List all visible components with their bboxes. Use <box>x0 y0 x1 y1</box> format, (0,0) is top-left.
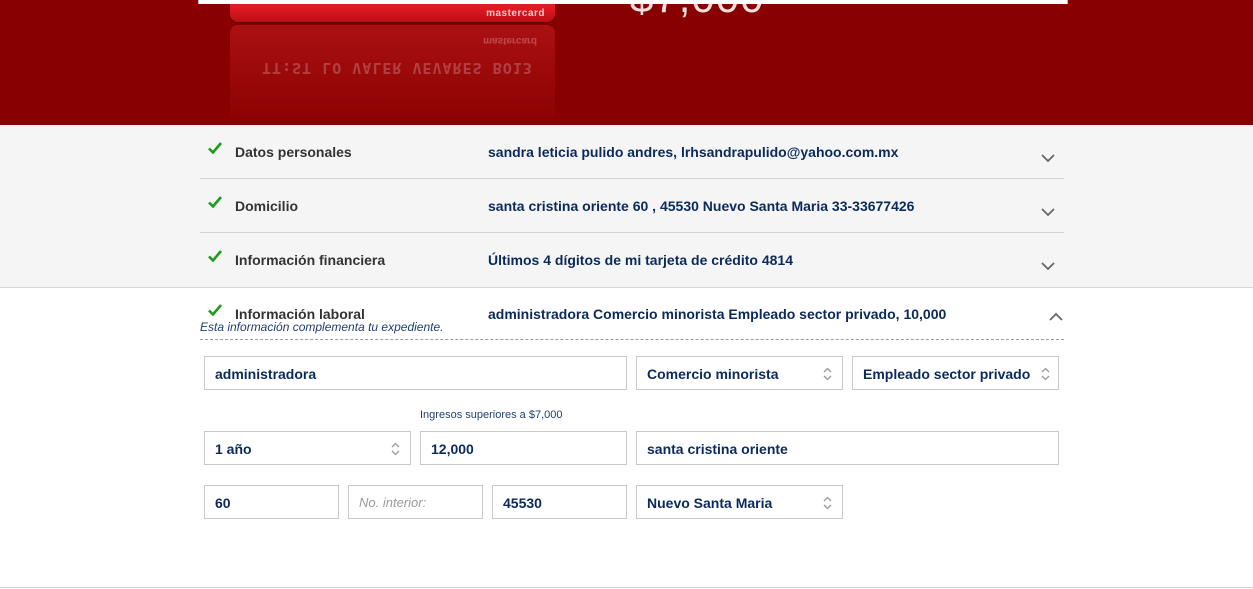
no-interior-field[interactable] <box>348 485 483 519</box>
section-divider <box>200 339 1064 340</box>
numero-field[interactable]: 60 <box>204 485 339 519</box>
cp-value: 45530 <box>503 495 542 511</box>
no-interior-input[interactable] <box>349 486 482 518</box>
section-summary: Últimos 4 dígitos de mi tarjeta de crédi… <box>488 252 793 268</box>
section-datos-personales[interactable]: Datos personales sandra leticia pulido a… <box>200 125 1064 179</box>
hero-top-frame <box>198 0 1068 4</box>
numero-value: 60 <box>215 495 231 511</box>
section-summary: sandra leticia pulido andres, lrhsandrap… <box>488 144 899 160</box>
antiguedad-select[interactable]: 1 año <box>204 431 411 465</box>
select-arrows-icon <box>391 442 400 456</box>
ingresos-field[interactable]: 12,000 <box>420 431 627 465</box>
sector-select[interactable]: Empleado sector privado <box>852 356 1059 390</box>
income-hint: Ingresos superiores a $7,000 <box>420 409 563 421</box>
select-arrows-icon <box>823 367 832 381</box>
section-title: Datos personales <box>235 144 352 160</box>
select-arrows-icon <box>1041 367 1050 381</box>
giro-select[interactable]: Comercio minorista <box>636 356 843 390</box>
colonia-value: Nuevo Santa Maria <box>647 495 773 511</box>
calle-field[interactable]: santa cristina oriente <box>636 431 1059 465</box>
checkmark-icon <box>208 250 222 263</box>
select-arrows-icon <box>823 496 832 510</box>
chevron-down-icon[interactable] <box>1041 153 1055 163</box>
checkmark-icon <box>208 304 222 317</box>
checkmark-icon <box>208 196 222 209</box>
puesto-value: administradora <box>215 366 317 382</box>
credit-card-reflection: mastercard TT:ST LO VALER VEVARES BO13 <box>230 25 555 120</box>
section-title: Información financiera <box>235 252 386 268</box>
calle-value: santa cristina oriente <box>647 441 788 457</box>
section-summary: administradora Comercio minorista Emplea… <box>488 306 947 322</box>
chevron-down-icon[interactable] <box>1041 207 1055 217</box>
section-informacion-financiera[interactable]: Información financiera Últimos 4 dígitos… <box>200 233 1064 286</box>
colonia-select[interactable]: Nuevo Santa Maria <box>636 485 843 519</box>
card-reflection-brand: mastercard <box>483 35 537 46</box>
section-title: Domicilio <box>235 198 299 214</box>
giro-value: Comercio minorista <box>647 366 779 382</box>
section-summary: santa cristina oriente 60 , 45530 Nuevo … <box>488 198 915 214</box>
sector-value: Empleado sector privado <box>863 366 1031 382</box>
section-domicilio[interactable]: Domicilio santa cristina oriente 60 , 45… <box>200 179 1064 233</box>
checkmark-icon <box>208 142 222 155</box>
chevron-down-icon[interactable] <box>1041 261 1055 271</box>
footer-divider <box>0 587 1253 588</box>
antiguedad-value: 1 año <box>215 441 252 457</box>
puesto-field[interactable]: administradora <box>204 356 627 390</box>
card-reflection-text: TT:ST LO VALER VEVARES BO13 <box>262 59 533 77</box>
card-brand-logo: mastercard <box>486 8 545 19</box>
cp-field[interactable]: 45530 <box>492 485 627 519</box>
section-note: Esta información complementa tu expedien… <box>200 320 444 334</box>
ingresos-value: 12,000 <box>431 441 474 457</box>
chevron-up-icon[interactable] <box>1049 312 1063 322</box>
hero-banner: mastercard mastercard TT:ST LO VALER VEV… <box>0 0 1253 125</box>
